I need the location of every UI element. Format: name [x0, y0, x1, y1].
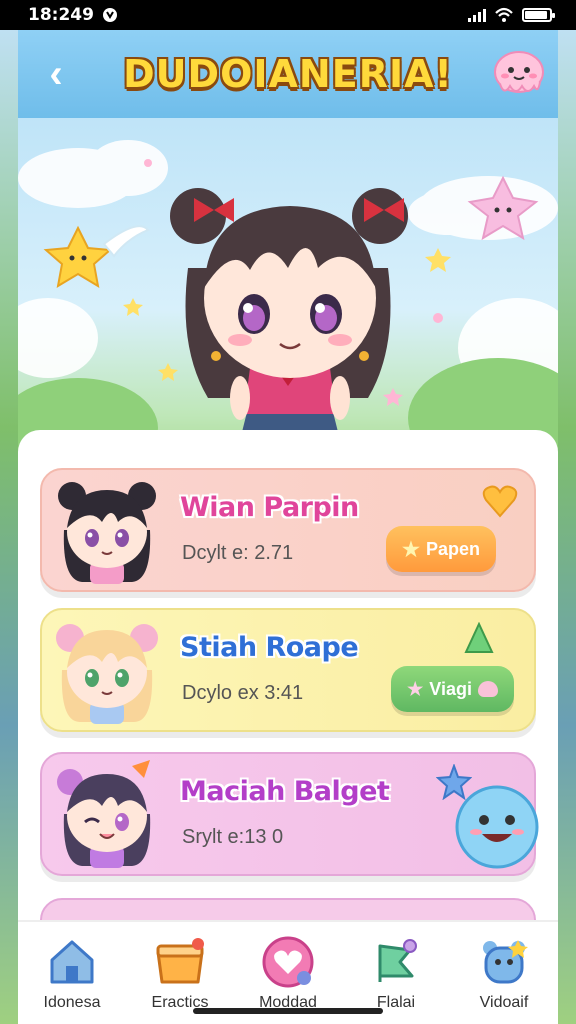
house-icon: [50, 940, 94, 984]
star-icon: ★: [407, 678, 424, 699]
smiley-bubble-icon[interactable]: [454, 784, 540, 870]
character-card-1[interactable]: Wian Parpin Dcylt e: 2.71 ★ Papen: [40, 468, 536, 592]
heart-icon: [262, 936, 314, 988]
character-name-3: Maciah Balget: [180, 776, 390, 807]
pink-ghost-icon: [494, 51, 544, 93]
character-stat-1: Dcylt e: 2.71: [182, 542, 294, 564]
chibi-girl-character: [170, 188, 408, 468]
signal-icon: [468, 8, 486, 22]
app-header: ‹ DUDOIANERIA!: [18, 30, 558, 118]
background-left-edge: [0, 30, 18, 1024]
character-avatar-2: [56, 624, 158, 724]
nav-item-heart[interactable]: Moddad: [238, 936, 338, 1012]
back-chevron-icon[interactable]: ‹: [36, 52, 76, 96]
character-avatar-1: [58, 482, 156, 584]
nav-label-bear: Vidoaif: [479, 994, 529, 1011]
hero-illustration: [18, 118, 558, 468]
nav-item-bear[interactable]: Vidoaif: [454, 936, 554, 1012]
nav-label-home: Idonesa: [43, 994, 101, 1011]
character-avatar-3: [57, 760, 151, 868]
status-bar: 18:249: [0, 0, 576, 30]
battery-icon: [522, 8, 555, 22]
status-left: 18:249: [28, 5, 118, 25]
character-stat-2: Dcylo ex 3:41: [182, 682, 304, 704]
app-title: DUDOIANERIA!: [123, 52, 453, 96]
flying-star-icon: [43, 225, 150, 288]
character-card-2[interactable]: Stiah Roape Dcylo ex 3:41 ★ Viagi: [40, 608, 536, 732]
home-indicator[interactable]: [193, 1008, 383, 1014]
hero-scene: [18, 140, 558, 468]
action-button-1[interactable]: ★ Papen: [386, 526, 496, 572]
background-right-edge: [558, 30, 576, 1024]
character-name-1: Wian Parpin: [180, 492, 359, 523]
box-icon: [156, 938, 204, 984]
action-label-1: Papen: [425, 538, 480, 559]
flag-icon: [378, 939, 417, 982]
status-glyph-icon: [102, 8, 117, 22]
leaf-badge-icon: [464, 622, 494, 653]
action-button-2[interactable]: ★ Viagi: [391, 666, 514, 712]
nav-item-box[interactable]: Eractics: [130, 936, 230, 1012]
nav-item-flag[interactable]: Flalai: [346, 936, 446, 1012]
character-card-3[interactable]: Maciah Balget Srylt e:13 0: [40, 752, 539, 876]
mini-creature-icon: [478, 681, 498, 697]
bear-icon: [483, 940, 528, 984]
nav-item-home[interactable]: Idonesa: [22, 936, 122, 1012]
app-screen: ‹ DUDOIANERIA! Wian Parpin Dcylt e: 2.71…: [18, 30, 558, 1024]
action-label-2: Viagi: [429, 678, 472, 699]
status-right: [468, 7, 555, 23]
character-name-2: Stiah Roape: [180, 632, 359, 663]
wifi-icon: [495, 7, 513, 22]
status-time: 18:249: [28, 5, 94, 25]
character-list: Wian Parpin Dcylt e: 2.71 ★ Papen Stiah …: [18, 430, 558, 958]
star-icon: ★: [402, 538, 420, 561]
heart-badge-icon: [482, 485, 518, 518]
character-stat-3: Srylt e:13 0: [182, 826, 284, 848]
